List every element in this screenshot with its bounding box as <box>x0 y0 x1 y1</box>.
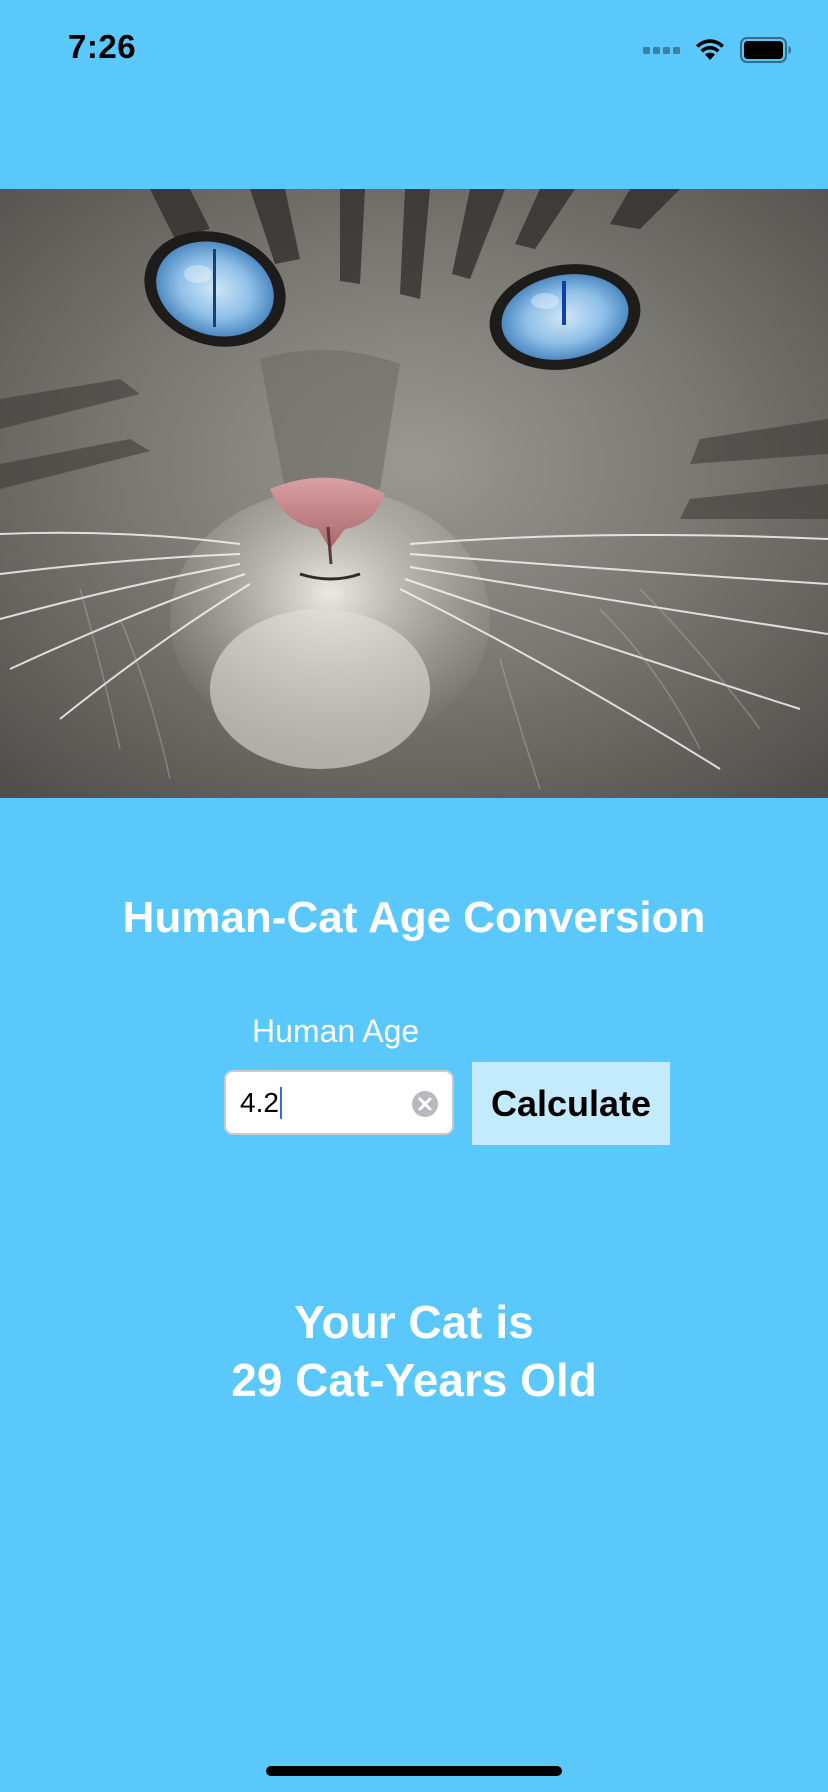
cellular-signal-icon <box>643 46 680 54</box>
clear-circle-icon[interactable] <box>411 1090 439 1118</box>
app-screen: 7:26 Human-Cat Age Conversion Human Age … <box>0 0 828 1792</box>
human-age-value: 4.2 <box>240 1086 279 1118</box>
result-line-1: Your Cat is <box>294 1296 534 1348</box>
status-time: 7:26 <box>68 28 137 65</box>
result-text: Your Cat is 29 Cat-Years Old <box>0 1293 828 1409</box>
battery-icon <box>740 37 791 63</box>
result-line-2: 29 Cat-Years Old <box>231 1354 597 1406</box>
status-icons <box>643 36 792 64</box>
wifi-icon <box>696 39 724 60</box>
cat-photo <box>0 189 828 798</box>
text-cursor <box>279 1086 282 1119</box>
calculate-button[interactable]: Calculate <box>472 1062 670 1145</box>
human-age-input[interactable]: 4.2 <box>224 1070 454 1135</box>
home-indicator[interactable] <box>266 1766 562 1776</box>
human-age-label: Human Age <box>252 1013 420 1049</box>
page-title: Human-Cat Age Conversion <box>122 893 706 942</box>
